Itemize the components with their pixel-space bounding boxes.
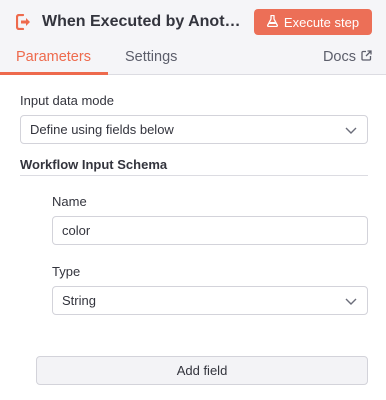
type-select[interactable]: String (52, 286, 368, 315)
name-input[interactable]: color (52, 216, 368, 245)
add-field-button[interactable]: Add field (36, 356, 368, 385)
node-title: When Executed by Another Workflow (42, 13, 246, 30)
type-label: Type (52, 264, 81, 279)
active-tab-indicator (0, 72, 108, 75)
docs-link[interactable]: Docs (323, 49, 372, 65)
chevron-down-icon (345, 298, 357, 305)
sign-in-arrow-icon (16, 13, 34, 31)
docs-label: Docs (322, 49, 356, 65)
type-value: String (62, 293, 96, 308)
execute-step-button[interactable]: Execute step (254, 9, 372, 35)
flask-icon (266, 14, 278, 30)
name-label: Name (52, 194, 87, 209)
execute-step-label: Execute step (283, 14, 360, 30)
external-link-icon (361, 49, 372, 65)
section-divider (20, 175, 368, 176)
input-data-mode-select[interactable]: Define using fields below (20, 115, 368, 144)
workflow-input-schema-title: Workflow Input Schema (20, 157, 168, 172)
tab-bar: Parameters Settings Docs (0, 44, 386, 75)
tab-parameters[interactable]: Parameters (16, 49, 91, 65)
node-header: When Executed by Another Workflow Execut… (0, 0, 386, 75)
tab-settings[interactable]: Settings (125, 49, 177, 65)
input-data-mode-value: Define using fields below (30, 122, 174, 137)
chevron-down-icon (345, 127, 357, 134)
input-data-mode-label: Input data mode (20, 93, 114, 108)
title-row: When Executed by Another Workflow Execut… (16, 9, 372, 35)
name-value: color (62, 223, 91, 238)
